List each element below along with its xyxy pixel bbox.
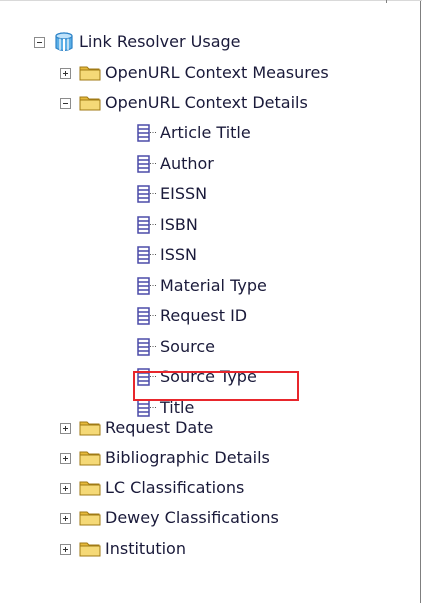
tree-attribute-item[interactable]: ISSN bbox=[137, 241, 197, 269]
panel-top-border bbox=[0, 0, 422, 1]
expand-toggle-icon[interactable] bbox=[60, 422, 71, 434]
attribute-icon bbox=[137, 215, 160, 234]
folder-icon bbox=[79, 449, 105, 467]
folder-label: LC Classifications bbox=[105, 478, 245, 497]
folder-label: Institution bbox=[105, 539, 186, 558]
tree-root-label: Link Resolver Usage bbox=[79, 32, 241, 51]
tree-attribute-item[interactable]: Author bbox=[137, 150, 214, 178]
attribute-icon bbox=[137, 307, 160, 325]
folder-label: Dewey Classifications bbox=[105, 508, 279, 527]
tree-root-row[interactable]: Link Resolver Usage bbox=[34, 28, 241, 56]
attribute-label: Article Title bbox=[160, 123, 251, 142]
expand-toggle-icon[interactable] bbox=[60, 543, 71, 555]
tree-attribute-item[interactable]: ISBN bbox=[137, 211, 198, 239]
attribute-icon bbox=[137, 246, 160, 264]
tree-folder-row[interactable]: Institution bbox=[60, 535, 186, 563]
attribute-label: Source bbox=[160, 336, 215, 356]
folder-icon bbox=[79, 509, 105, 527]
folder-icon bbox=[79, 540, 105, 558]
tree-folder-row[interactable]: LC Classifications bbox=[60, 474, 244, 502]
folder-label: OpenURL Context Measures bbox=[105, 63, 329, 82]
attribute-icon bbox=[137, 337, 160, 356]
folder-label: Bibliographic Details bbox=[105, 448, 270, 467]
collapse-toggle-icon[interactable] bbox=[60, 97, 71, 109]
folder-icon bbox=[79, 479, 105, 497]
folder-label: OpenURL Context Details bbox=[105, 93, 308, 112]
selection-highlight-box bbox=[133, 371, 299, 401]
tree-attribute-item[interactable]: Material Type bbox=[137, 272, 267, 300]
expand-toggle-icon[interactable] bbox=[60, 512, 71, 524]
collapse-toggle-icon[interactable] bbox=[34, 36, 45, 48]
attribute-label: Author bbox=[160, 153, 214, 173]
attribute-label: Request ID bbox=[160, 306, 248, 325]
expand-toggle-icon[interactable] bbox=[60, 67, 71, 79]
tree-folder-row[interactable]: OpenURL Context Details bbox=[60, 89, 308, 117]
attribute-label: ISBN bbox=[160, 214, 198, 234]
expand-toggle-icon[interactable] bbox=[60, 482, 71, 494]
tree-attribute-item[interactable]: EISSN bbox=[137, 180, 207, 208]
folder-icon bbox=[79, 64, 105, 82]
folder-label: Request Date bbox=[105, 418, 214, 437]
tree-attribute-item[interactable]: Source bbox=[137, 333, 215, 361]
cube-icon bbox=[55, 32, 73, 52]
tree-attribute-item[interactable]: Article Title bbox=[137, 119, 251, 147]
panel-divider-tick bbox=[386, 0, 387, 3]
attribute-icon bbox=[137, 185, 160, 203]
attribute-label: EISSN bbox=[160, 184, 208, 203]
tree-folder-row[interactable]: Bibliographic Details bbox=[60, 444, 270, 472]
attribute-icon bbox=[137, 124, 160, 142]
expand-toggle-icon[interactable] bbox=[60, 452, 71, 464]
attribute-icon bbox=[137, 154, 160, 173]
attribute-label: Material Type bbox=[160, 275, 267, 295]
tree-folder-row[interactable]: OpenURL Context Measures bbox=[60, 59, 329, 87]
attribute-label: ISSN bbox=[160, 245, 197, 264]
tree-folder-row[interactable]: Dewey Classifications bbox=[60, 504, 279, 532]
attribute-icon bbox=[137, 276, 160, 295]
folder-icon bbox=[79, 94, 105, 112]
folder-icon bbox=[79, 419, 105, 437]
tree-folder-row[interactable]: Request Date bbox=[60, 414, 213, 442]
tree-attribute-item[interactable]: Request ID bbox=[137, 302, 247, 330]
